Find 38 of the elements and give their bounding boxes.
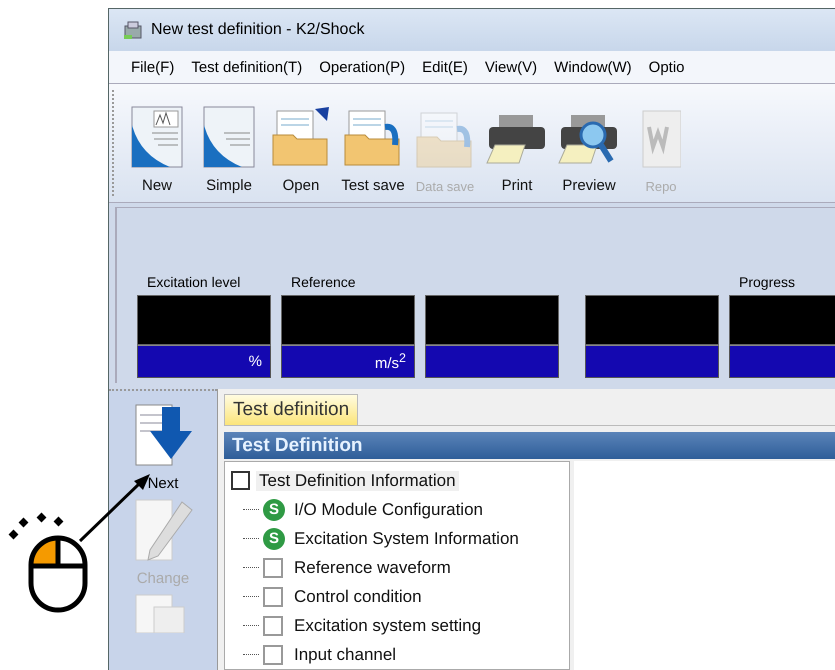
toolbar-button[interactable]: Simple <box>193 105 265 202</box>
status-icon: S <box>263 498 285 520</box>
menu-item[interactable]: View(V) <box>476 58 546 76</box>
tree-item[interactable]: Reference waveform <box>291 558 454 578</box>
menu-item[interactable]: Optio <box>640 58 694 76</box>
toolbar-button[interactable]: Print <box>481 105 553 202</box>
tree-item[interactable]: Excitation system setting <box>291 616 484 636</box>
tree-item[interactable]: Test Definition Information <box>256 470 459 490</box>
unit-label: % <box>248 353 262 370</box>
checkbox[interactable] <box>263 586 283 606</box>
checkbox[interactable] <box>263 616 283 636</box>
menu-item[interactable]: Window(W) <box>546 58 641 76</box>
document-icon <box>130 105 184 169</box>
checkbox[interactable] <box>263 644 283 664</box>
unit-label: m/s$^{2}$ <box>374 351 406 372</box>
menu-item[interactable]: Operation(P) <box>311 58 414 76</box>
checkbox[interactable] <box>263 558 283 578</box>
meter-label: Progress <box>739 274 796 290</box>
toolbar-button[interactable]: New <box>121 105 193 202</box>
panel-header: Test Definition <box>224 432 835 459</box>
toolbar-button[interactable]: Test save <box>337 105 409 202</box>
window-title: New test definition - K2/Shock <box>151 21 364 39</box>
toolbar-button[interactable]: Open <box>265 105 337 202</box>
tree-item[interactable]: Input channel <box>291 644 400 664</box>
tree-item[interactable]: Control condition <box>291 586 425 606</box>
document-icon <box>202 105 256 169</box>
menu-item[interactable]: File(F) <box>123 58 184 76</box>
tree-item[interactable]: Excitation System Information <box>291 528 522 548</box>
menu-item[interactable]: Edit(E) <box>414 58 477 76</box>
meter-label: Reference <box>291 274 356 290</box>
toolbar-button[interactable]: Preview <box>553 105 625 202</box>
sidebar-button[interactable]: Next <box>132 403 194 492</box>
checkbox[interactable] <box>231 471 250 490</box>
status-icon: S <box>263 528 285 550</box>
menu-item[interactable]: Test definition(T) <box>183 58 312 76</box>
tab[interactable]: Test definition <box>224 394 358 426</box>
tree-item[interactable]: I/O Module Configuration <box>291 500 486 520</box>
meter-label: Excitation level <box>147 274 240 290</box>
